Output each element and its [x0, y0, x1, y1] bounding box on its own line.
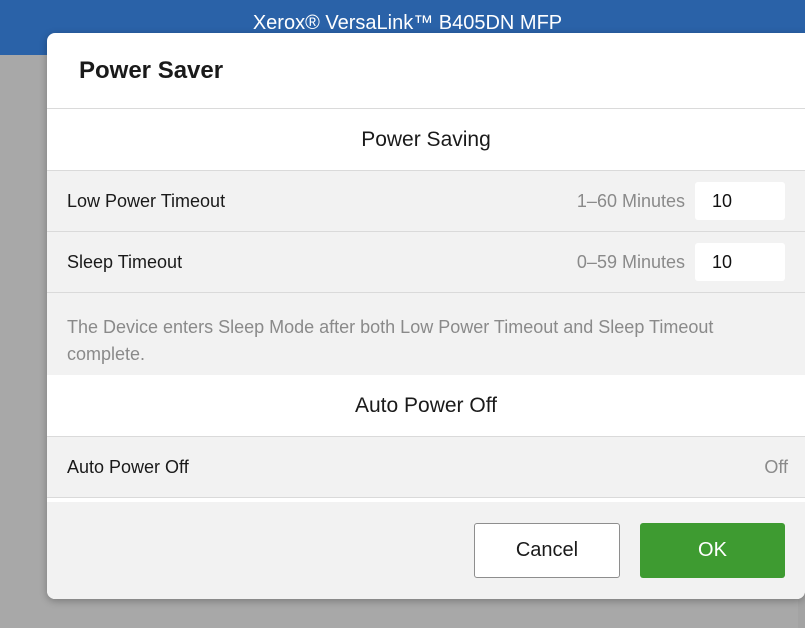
section-header-power-saving: Power Saving — [47, 109, 805, 171]
dialog-footer: Cancel OK — [47, 502, 805, 599]
power-saver-dialog: Power Saver Power Saving Low Power Timeo… — [47, 33, 805, 599]
low-power-timeout-row: Low Power Timeout 1–60 Minutes — [47, 171, 805, 232]
dialog-title: Power Saver — [47, 33, 805, 109]
section-header-auto-power-off: Auto Power Off — [47, 375, 805, 437]
low-power-timeout-input[interactable] — [695, 182, 785, 220]
sleep-timeout-row: Sleep Timeout 0–59 Minutes — [47, 232, 805, 293]
sleep-timeout-label: Sleep Timeout — [67, 251, 183, 272]
low-power-timeout-label: Low Power Timeout — [67, 190, 226, 211]
auto-power-off-row[interactable]: Auto Power Off Off — [47, 437, 805, 498]
sleep-mode-note: The Device enters Sleep Mode after both … — [47, 293, 805, 375]
cancel-button[interactable]: Cancel — [474, 523, 620, 578]
sleep-timeout-input[interactable] — [695, 243, 785, 281]
auto-power-off-label: Auto Power Off — [67, 456, 189, 477]
low-power-timeout-range: 1–60 Minutes — [576, 190, 685, 211]
auto-power-off-value: Off — [764, 456, 788, 477]
ok-button[interactable]: OK — [640, 523, 785, 578]
sleep-timeout-range: 0–59 Minutes — [576, 251, 685, 272]
